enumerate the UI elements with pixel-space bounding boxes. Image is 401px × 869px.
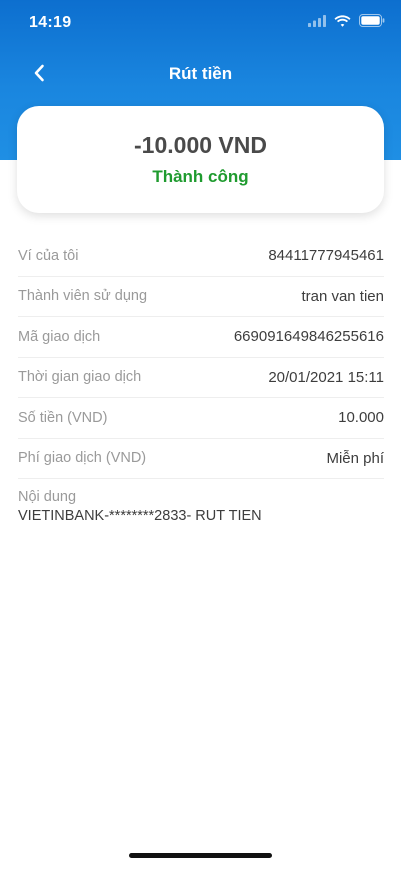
- detail-row-fee: Phí giao dịch (VND) Miễn phí: [18, 439, 384, 479]
- transaction-details: Ví của tôi 84411777945461 Thành viên sử …: [18, 236, 384, 524]
- detail-row-wallet: Ví của tôi 84411777945461: [18, 236, 384, 277]
- content-value: VIETINBANK-********2833- RUT TIEN: [18, 508, 262, 524]
- detail-row-amount: Số tiền (VND) 10.000: [18, 398, 384, 439]
- status-icons: [308, 14, 385, 32]
- signal-icon: [308, 14, 326, 32]
- detail-label: Ví của tôi: [18, 247, 79, 264]
- transaction-amount: -10.000 VND: [134, 132, 267, 158]
- detail-label: Mã giao dịch: [18, 328, 101, 345]
- detail-value: 84411777945461: [268, 247, 384, 265]
- detail-row-transaction-id: Mã giao dịch 669091649846255616: [18, 317, 384, 358]
- detail-label: Số tiền (VND): [18, 409, 108, 426]
- transaction-summary-card: -10.000 VND Thành công: [17, 106, 384, 213]
- transaction-status: Thành công: [152, 167, 249, 186]
- status-time: 14:19: [29, 14, 72, 31]
- wifi-icon: [334, 14, 351, 32]
- detail-label: Thành viên sử dụng: [18, 288, 148, 305]
- content-label: Nội dung: [18, 489, 77, 505]
- detail-value: 669091649846255616: [233, 328, 384, 346]
- battery-icon: [359, 14, 385, 32]
- detail-value: Miễn phí: [326, 449, 384, 467]
- detail-value: tran van tien: [301, 287, 384, 305]
- home-indicator[interactable]: [129, 853, 272, 858]
- detail-label: Phí giao dịch (VND): [18, 450, 147, 467]
- detail-row-member: Thành viên sử dụng tran van tien: [18, 277, 384, 317]
- detail-content: Nội dung VIETINBANK-********2833- RUT TI…: [18, 479, 384, 524]
- nav-bar: Rút tiền: [0, 52, 401, 96]
- detail-value: 20/01/2021 15:11: [268, 368, 384, 386]
- status-bar: 14:19: [0, 0, 401, 44]
- detail-label: Thời gian giao dịch: [18, 369, 142, 386]
- detail-value: 10.000: [338, 409, 384, 427]
- detail-row-transaction-time: Thời gian giao dịch 20/01/2021 15:11: [18, 358, 384, 398]
- page-title: Rút tiền: [168, 64, 233, 83]
